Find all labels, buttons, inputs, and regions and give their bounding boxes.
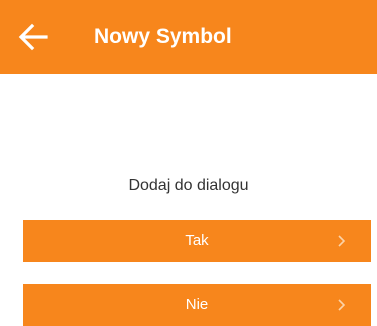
- no-button[interactable]: Nie: [23, 284, 371, 326]
- chevron-right-icon: [335, 234, 349, 248]
- back-button[interactable]: [14, 17, 54, 57]
- no-button-label: Nie: [185, 296, 209, 313]
- page-title: Nowy Symbol: [94, 25, 232, 48]
- dialog-prompt: Dodaj do dialogu: [128, 177, 249, 194]
- chevron-right-icon: [335, 298, 349, 312]
- yes-button-label: Tak: [185, 232, 209, 249]
- app-bar: Nowy Symbol: [0, 0, 377, 74]
- arrow-left-icon: [14, 17, 54, 57]
- yes-button[interactable]: Tak: [23, 220, 371, 262]
